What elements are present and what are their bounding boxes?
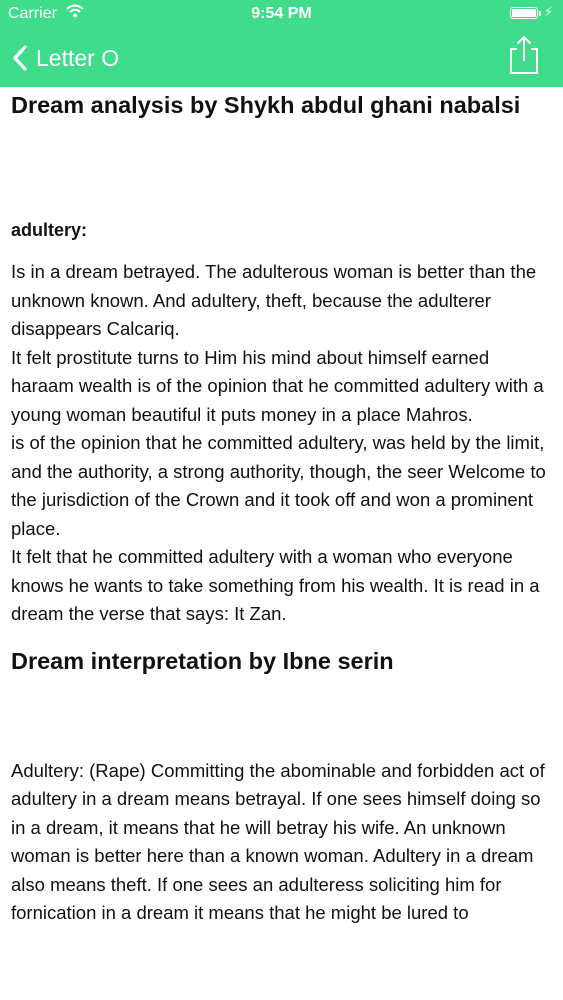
back-button[interactable]: Letter O bbox=[12, 38, 119, 78]
charging-icon: ⚡ bbox=[544, 4, 554, 19]
status-bar: Carrier 9:54 PM ⚡ bbox=[0, 0, 563, 30]
share-button[interactable] bbox=[506, 34, 542, 78]
section-body-ibne-serin: Adultery: (Rape) Committing the abominab… bbox=[11, 759, 545, 924]
section-title-nabalsi: Dream analysis by Shykh abdul ghani naba… bbox=[11, 92, 521, 118]
chevron-left-icon bbox=[12, 44, 28, 72]
navigation-header: Carrier 9:54 PM ⚡ Letter O bbox=[0, 0, 563, 87]
back-button-label: Letter O bbox=[36, 44, 120, 71]
navbar: Letter O bbox=[0, 32, 563, 87]
section-title-ibne-serin: Dream interpretation by Ibne serin bbox=[11, 647, 394, 674]
share-icon bbox=[506, 35, 542, 80]
article-content: Dream analysis by Shykh abdul ghani naba… bbox=[11, 87, 551, 928]
section-body-nabalsi: Is in a dream betrayed. The adulterous w… bbox=[11, 261, 546, 624]
term-heading: adultery: bbox=[11, 220, 88, 240]
battery-icon bbox=[510, 7, 541, 19]
clock: 9:54 PM bbox=[251, 5, 312, 22]
